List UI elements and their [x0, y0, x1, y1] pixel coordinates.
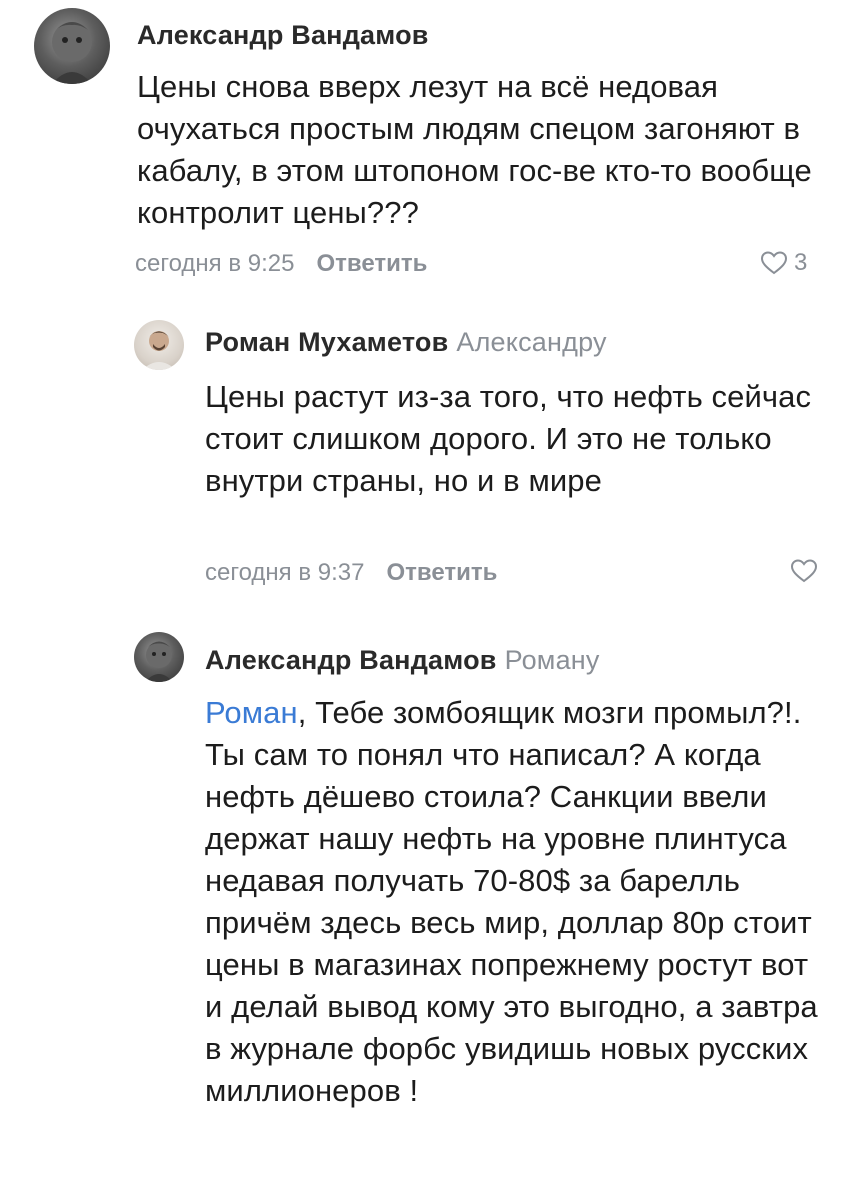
author-avatar[interactable]: [134, 320, 184, 370]
comment-author[interactable]: Роман Мухаметов Александру: [205, 327, 607, 358]
avatar-man-photo-icon: [142, 331, 176, 370]
comment: Александр Вандамов Цены снова вверх лезу…: [0, 0, 854, 300]
avatar-child-photo-icon: [52, 22, 92, 84]
like-count: 3: [794, 249, 808, 276]
comment-text: Цены растут из-за того, что нефть сейчас…: [205, 379, 812, 498]
author-avatar[interactable]: [134, 632, 184, 682]
comment-time: сегодня в 9:25: [135, 250, 295, 277]
reply-comment: Роман Мухаметов Александру Цены растут из…: [0, 300, 854, 600]
reply-button[interactable]: Ответить: [316, 250, 427, 277]
heart-icon: [760, 251, 788, 275]
mention-link[interactable]: Роман: [205, 695, 298, 730]
comment-meta: сегодня в 9:25 Ответить: [135, 250, 427, 278]
reply-to-label[interactable]: Александру: [456, 327, 606, 357]
heart-icon: [790, 559, 818, 583]
comment-meta: сегодня в 9:37 Ответить: [205, 559, 497, 587]
comment-text: Роман, Тебе зомбоящик мозги промыл?!. Ты…: [205, 692, 825, 1112]
author-name[interactable]: Александр Вандамов: [137, 20, 429, 50]
reply-comment: Александр Вандамов Роману Роман, Тебе зом…: [0, 620, 854, 1200]
like-button[interactable]: [790, 558, 818, 584]
author-name[interactable]: Роман Мухаметов: [205, 327, 448, 357]
like-button[interactable]: 3: [760, 249, 807, 277]
reply-to-label[interactable]: Роману: [505, 645, 600, 675]
avatar-child-photo-icon: [145, 641, 173, 682]
reply-button[interactable]: Ответить: [386, 559, 497, 586]
author-avatar[interactable]: [34, 8, 110, 84]
author-name[interactable]: Александр Вандамов: [205, 645, 497, 675]
comment-author[interactable]: Александр Вандамов Роману: [205, 645, 600, 676]
comment-text: Цены снова вверх лезут на всё недовая оч…: [137, 69, 812, 230]
comment-author[interactable]: Александр Вандамов: [137, 20, 429, 51]
comment-time: сегодня в 9:37: [205, 559, 365, 586]
comment-body: , Тебе зомбоящик мозги промыл?!. Ты сам …: [205, 695, 818, 1108]
